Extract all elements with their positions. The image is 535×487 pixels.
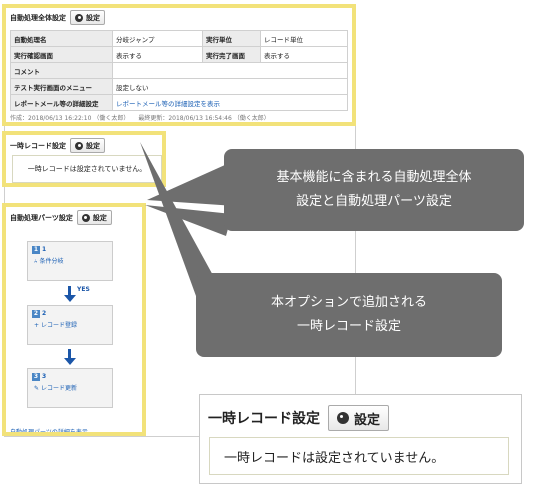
callout-top: 基本機能に含まれる自動処理全体 設定と自動処理パーツ設定 [224, 149, 524, 231]
callout-bottom-line-1: 本オプションで追加される [270, 295, 427, 310]
callout-top-line-2: 設定と自動処理パーツ設定 [296, 194, 452, 209]
zoom-button-label: 設定 [354, 412, 381, 428]
zoom-title: 一時レコード設定 [208, 411, 320, 427]
callout-bottom: 本オプションで追加される 一時レコード設定 [196, 273, 502, 357]
zoom-message: 一時レコードは設定されていません。 [224, 450, 445, 466]
temp-record-zoom-panel: 一時レコード設定 設定 一時レコードは設定されていません。 [199, 394, 522, 484]
callout-bottom-line-2: 一時レコード設定 [296, 319, 401, 334]
gear-icon [337, 412, 349, 424]
zoom-settings-button[interactable]: 設定 [328, 405, 390, 431]
zoom-header: 一時レコード設定 設定 [208, 405, 390, 431]
zoom-message-box: 一時レコードは設定されていません。 [209, 437, 509, 475]
callout-top-line-1: 基本機能に含まれる自動処理全体 [276, 170, 472, 185]
